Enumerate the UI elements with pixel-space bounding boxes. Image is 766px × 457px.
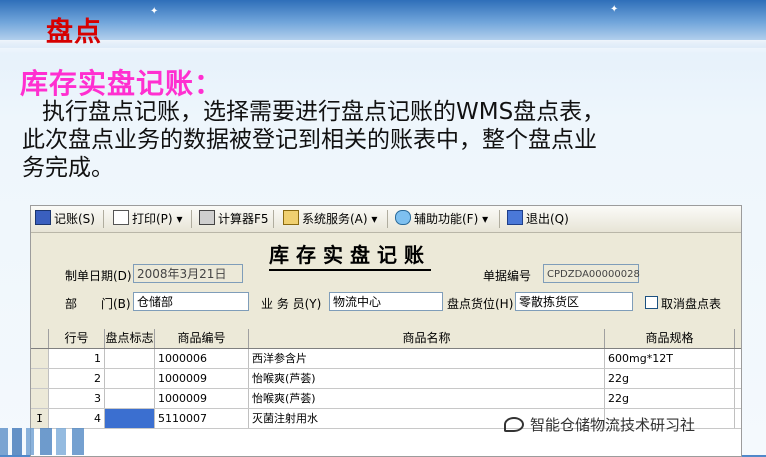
wechat-icon	[504, 417, 524, 432]
description-line: 此次盘点业务的数据被登记到相关的账表中，整个盘点业	[22, 127, 597, 153]
slide-description: 执行盘点记账，选择需要进行盘点记账的WMS盘点表， 此次盘点业务的数据被登记到相…	[22, 98, 742, 182]
row-no: 1	[49, 349, 105, 368]
date-field[interactable]: 2008年3月21日	[133, 264, 243, 283]
printer-icon	[113, 210, 129, 225]
toolbar-separator	[103, 210, 104, 228]
table-row[interactable]: 1 1000006 西洋参含片 600mg*12T	[31, 349, 741, 369]
sparkle-decoration: ✦	[610, 4, 619, 15]
system-service-button[interactable]: 系统服务(A) ▾	[283, 210, 377, 228]
toolbar-separator	[273, 210, 274, 228]
toolbar: 记账(S) 打印(P) ▾ 计算器F5 系统服务(A) ▾ 辅助功能(F) ▾ …	[31, 206, 741, 233]
row-no: 4	[49, 409, 105, 428]
slide-title: 盘点	[46, 17, 102, 48]
watermark: 智能仓储物流技术研习社	[504, 414, 766, 436]
row-indicator-header	[31, 329, 49, 348]
location-label: 盘点货位(H)	[447, 297, 514, 311]
doc-no-label: 单据编号	[483, 269, 532, 283]
row-flag-selected[interactable]	[105, 409, 155, 428]
location-field[interactable]: 零散拣货区	[515, 292, 633, 311]
col-header-code[interactable]: 商品编号	[155, 329, 249, 348]
save-icon	[35, 210, 51, 225]
print-button[interactable]: 打印(P) ▾	[113, 210, 182, 228]
calculator-button[interactable]: 计算器F5	[199, 210, 269, 228]
description-line: 执行盘点记账，选择需要进行盘点记账的WMS盘点表，	[42, 99, 606, 125]
exit-button[interactable]: 退出(Q)	[507, 210, 569, 228]
row-flag[interactable]	[105, 349, 155, 368]
col-header-row-no[interactable]: 行号	[49, 329, 105, 348]
clerk-field[interactable]: 物流中心	[329, 292, 443, 311]
row-cursor-indicator: I	[31, 409, 49, 428]
table-row[interactable]: 3 1000009 怡喉爽(芦荟) 22g	[31, 389, 741, 409]
row-name[interactable]: 怡喉爽(芦荟)	[249, 369, 605, 388]
col-header-spec[interactable]: 商品规格	[605, 329, 735, 348]
calculator-icon	[199, 210, 215, 225]
clerk-label: 业 务 员(Y)	[261, 297, 322, 311]
toolbar-separator	[191, 210, 192, 228]
row-spec[interactable]: 22g	[605, 389, 735, 408]
table-row[interactable]: 2 1000009 怡喉爽(芦荟) 22g	[31, 369, 741, 389]
col-header-name[interactable]: 商品名称	[249, 329, 605, 348]
chevron-down-icon: ▾	[176, 212, 183, 226]
row-indicator	[31, 389, 49, 408]
aux-function-button[interactable]: 辅助功能(F) ▾	[395, 210, 488, 228]
toolbar-separator	[499, 210, 500, 228]
sparkle-decoration: ✦	[150, 6, 159, 17]
doc-no-field[interactable]: CPDZDA00000028	[543, 264, 640, 283]
row-code[interactable]: 1000009	[155, 369, 249, 388]
description-line: 务完成。	[22, 155, 114, 181]
row-code[interactable]: 5110007	[155, 409, 249, 428]
section-title: 库存实盘记账：	[20, 67, 224, 100]
row-flag[interactable]	[105, 389, 155, 408]
cancel-label: 取消盘点表	[661, 297, 722, 311]
row-code[interactable]: 1000009	[155, 389, 249, 408]
col-header-flag[interactable]: 盘点标志	[105, 329, 155, 348]
stock-grid: 行号 盘点标志 商品编号 商品名称 商品规格 1 1000006 西洋参含片 6…	[31, 329, 741, 456]
chevron-down-icon: ▾	[371, 212, 378, 226]
row-no: 3	[49, 389, 105, 408]
dept-field[interactable]: 仓储部	[133, 292, 249, 311]
chevron-down-icon: ▾	[482, 212, 489, 226]
date-label: 制单日期(D)	[65, 269, 132, 283]
grid-header: 行号 盘点标志 商品编号 商品名称 商品规格	[31, 329, 741, 349]
dept-label: 部 门(B)	[65, 297, 131, 311]
toolbar-separator	[387, 210, 388, 228]
row-indicator	[31, 349, 49, 368]
post-button[interactable]: 记账(S)	[35, 210, 95, 228]
city-skyline-decoration	[0, 428, 130, 455]
row-spec[interactable]: 22g	[605, 369, 735, 388]
row-spec[interactable]: 600mg*12T	[605, 349, 735, 368]
row-code[interactable]: 1000006	[155, 349, 249, 368]
cancel-checkbox[interactable]	[645, 296, 658, 309]
row-flag[interactable]	[105, 369, 155, 388]
document-icon	[283, 210, 299, 225]
row-no: 2	[49, 369, 105, 388]
row-name[interactable]: 西洋参含片	[249, 349, 605, 368]
exit-icon	[507, 210, 523, 225]
header-glow	[0, 40, 766, 54]
row-indicator	[31, 369, 49, 388]
row-name[interactable]: 怡喉爽(芦荟)	[249, 389, 605, 408]
handshake-icon	[395, 210, 411, 225]
form-title: 库存实盘记账	[269, 239, 431, 271]
